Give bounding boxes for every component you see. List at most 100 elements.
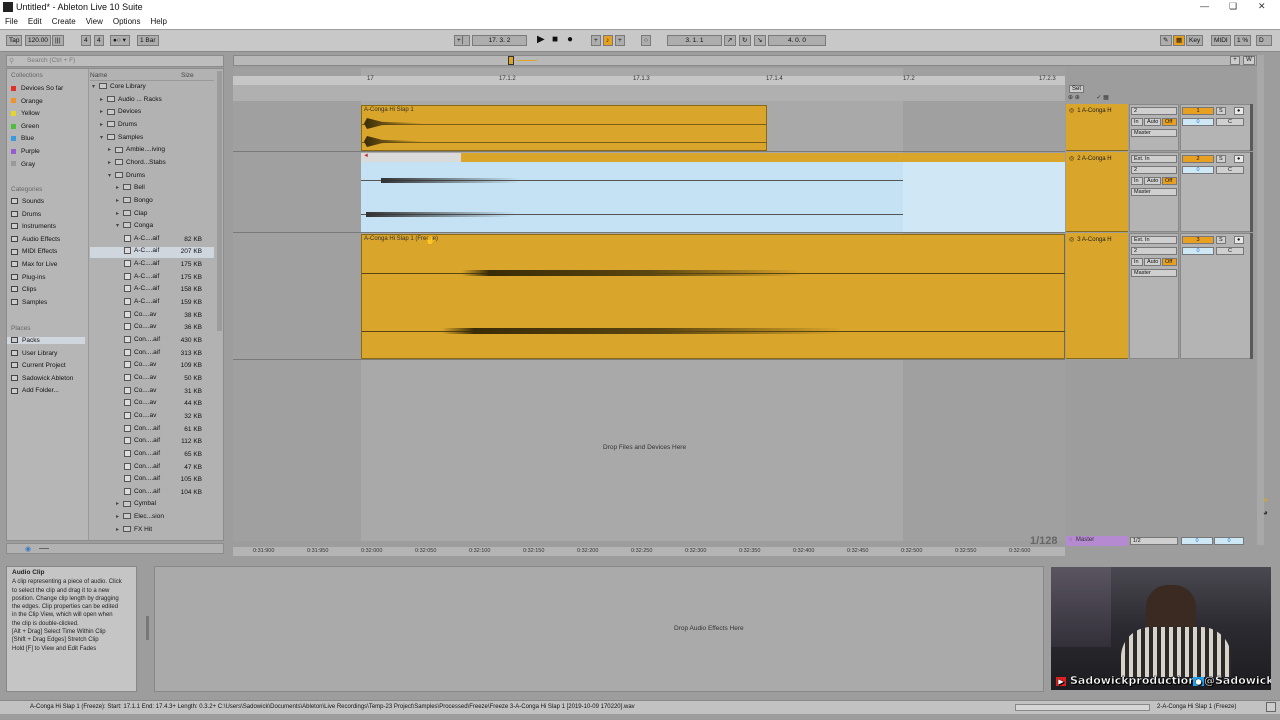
arrangement-follow-button[interactable]: +│ — [454, 35, 470, 46]
collection-item[interactable]: Devices So far — [11, 85, 63, 92]
disclosure-arrow-icon[interactable]: ▾ — [108, 172, 115, 179]
track-activator[interactable]: 1 — [1182, 107, 1214, 115]
master-track-header[interactable]: ◌ Master — [1066, 536, 1128, 546]
input-channel-menu[interactable]: 2 — [1131, 107, 1177, 115]
tree-folder[interactable]: ▸ Bongo — [90, 197, 214, 208]
vertical-scrollbar[interactable] — [1257, 55, 1264, 545]
master-routing[interactable]: 1/2 — [1130, 537, 1178, 545]
tree-folder[interactable]: ▸ Clap — [90, 210, 214, 221]
disclosure-arrow-icon[interactable]: ▸ — [100, 108, 107, 115]
arm-button[interactable]: ● — [1234, 236, 1244, 244]
audio-clip-track1[interactable]: A-Conga Hi Slap 1 — [361, 105, 767, 151]
menu-create[interactable]: Create — [47, 15, 81, 28]
browser-toggle-button[interactable]: W — [1243, 56, 1255, 65]
menu-help[interactable]: Help — [145, 15, 171, 28]
tree-file[interactable]: Con....aif 47 KB — [90, 462, 214, 474]
category-clips[interactable]: Clips — [11, 286, 36, 293]
device-view[interactable]: Drop Audio Effects Here — [154, 566, 1044, 692]
tree-file[interactable]: Co....av 31 KB — [90, 386, 214, 398]
tree-folder[interactable]: ▸ Devices — [90, 108, 214, 119]
fold-icon[interactable]: ◎ — [1069, 237, 1074, 243]
tree-file[interactable]: Con....aif 313 KB — [90, 348, 214, 360]
beat-time-ruler[interactable]: 17 17.1.2 17.1.3 17.1.4 17.2 17.2.3 — [233, 76, 1065, 85]
tree-folder[interactable]: ▸ Chord...Stabs — [90, 159, 214, 170]
tree-file[interactable]: Con....aif 112 KB — [90, 437, 214, 448]
tree-folder[interactable]: ▸ FX Hit — [90, 526, 214, 537]
session-record-button[interactable]: ○ — [641, 35, 651, 46]
loop-start-field[interactable]: 3. 1. 1 — [667, 35, 722, 46]
tempo-field[interactable]: 120.00 — [25, 35, 51, 46]
song-position[interactable]: 17. 3. 2 — [472, 35, 527, 46]
disclosure-arrow-icon[interactable]: ▸ — [116, 500, 123, 507]
disclosure-arrow-icon[interactable]: ▸ — [116, 184, 123, 191]
disclosure-arrow-icon[interactable]: ▸ — [108, 159, 115, 166]
zoom-in-icon[interactable]: ◕ — [1263, 495, 1268, 504]
preview-icon[interactable]: ◉ — [25, 545, 31, 553]
category-drums[interactable]: Drums — [11, 211, 41, 218]
metronome-toggle[interactable]: ||| — [52, 35, 64, 46]
collection-item[interactable]: Orange — [11, 98, 43, 105]
overdub-button[interactable]: + — [591, 35, 601, 46]
column-size[interactable]: Size — [181, 72, 194, 79]
track-activator[interactable]: 3 — [1182, 236, 1214, 244]
tree-folder[interactable]: ▸ Bell — [90, 184, 214, 195]
track-pan[interactable]: C — [1216, 247, 1244, 255]
arm-button[interactable]: ● — [1234, 107, 1244, 115]
tree-file[interactable]: A-C....aif 158 KB — [90, 285, 214, 296]
monitor-in-button[interactable]: In — [1131, 177, 1143, 185]
track-volume[interactable]: 0 — [1182, 247, 1214, 255]
tree-file[interactable]: Con....aif 65 KB — [90, 449, 214, 461]
track-header-3[interactable]: ◎ 3 A-Conga H — [1066, 233, 1128, 359]
selected-audio-clip[interactable] — [361, 162, 1065, 232]
category-sounds[interactable]: Sounds — [11, 198, 44, 205]
loop-length-field[interactable]: 4. 0. 0 — [768, 35, 826, 46]
tree-file[interactable]: Co....av 109 KB — [90, 361, 214, 372]
track-volume[interactable]: 0 — [1182, 166, 1214, 174]
category-plug-ins[interactable]: Plug-ins — [11, 274, 45, 281]
category-samples[interactable]: Samples — [11, 299, 47, 306]
monitor-in-button[interactable]: In — [1131, 258, 1143, 266]
tree-file[interactable]: Co....av 36 KB — [90, 323, 214, 334]
monitor-auto-button[interactable]: Auto — [1144, 258, 1161, 266]
track-header-2[interactable]: ◎ 2 A-Conga H — [1066, 152, 1128, 232]
info-collapse-handle[interactable] — [146, 616, 149, 640]
arrangement-tool-buttons[interactable]: ⊕ ⊕ ✓ ▦ — [1068, 94, 1128, 103]
monitor-off-button[interactable]: Off — [1162, 118, 1177, 126]
fold-icon[interactable]: ◎ — [1069, 108, 1074, 114]
menu-edit[interactable]: Edit — [23, 15, 47, 28]
master-pan[interactable]: 0 — [1214, 537, 1244, 545]
minimize-icon[interactable]: — — [1200, 1, 1209, 11]
arm-button[interactable]: ● — [1234, 155, 1244, 163]
disclosure-arrow-icon[interactable]: ▾ — [92, 83, 99, 90]
tree-folder[interactable]: ▾ Core Library — [90, 83, 214, 94]
play-icon[interactable]: ▶ — [537, 34, 545, 46]
tree-folder[interactable]: ▾ Samples — [90, 134, 214, 145]
place-item[interactable]: User Library — [11, 350, 57, 357]
monitor-off-button[interactable]: Off — [1162, 258, 1177, 266]
audio-to-menu[interactable]: Master — [1131, 129, 1177, 137]
time-ruler[interactable]: 0:31:900 0:31:950 0:32:000 0:32:050 0:32:100… — [233, 547, 1065, 556]
close-icon[interactable]: ✕ — [1258, 1, 1266, 12]
collection-item[interactable]: Blue — [11, 135, 34, 142]
place-item[interactable]: Sadowick Ableton — [11, 375, 73, 382]
tree-file[interactable]: A-C....aif 175 KB — [90, 272, 214, 284]
tree-file[interactable]: Con....aif 61 KB — [90, 424, 214, 436]
category-audio-effects[interactable]: Audio Effects — [11, 236, 60, 243]
track-header-1[interactable]: ◎ 1 A-Conga H — [1066, 104, 1128, 151]
tree-file[interactable]: A-C....aif 159 KB — [90, 298, 214, 309]
audio-clip-track3-freeze[interactable]: A-Conga Hi Slap 1 (Freeze) ✋ — [361, 234, 1065, 359]
disclosure-arrow-icon[interactable]: ▸ — [116, 513, 123, 520]
stop-icon[interactable]: ■ — [552, 34, 558, 46]
computer-midi-keyboard[interactable]: ▦ — [1173, 35, 1185, 46]
midi-map-button[interactable]: MIDI — [1211, 35, 1231, 46]
disclosure-arrow-icon[interactable]: ▸ — [100, 96, 107, 103]
record-icon[interactable]: ● — [567, 34, 573, 46]
track2-clip-header[interactable]: ◄ — [361, 153, 1065, 162]
audio-from-menu[interactable]: Ext. In — [1131, 236, 1177, 244]
quantization-menu[interactable]: 1 Bar — [137, 35, 159, 46]
tree-file[interactable]: Con....aif 104 KB — [90, 487, 214, 499]
tree-file[interactable]: Co....av 50 KB — [90, 373, 214, 385]
fold-icon[interactable]: ◎ — [1069, 156, 1074, 162]
disclosure-arrow-icon[interactable]: ▾ — [116, 222, 123, 229]
disclosure-arrow-icon[interactable]: ▸ — [116, 197, 123, 204]
